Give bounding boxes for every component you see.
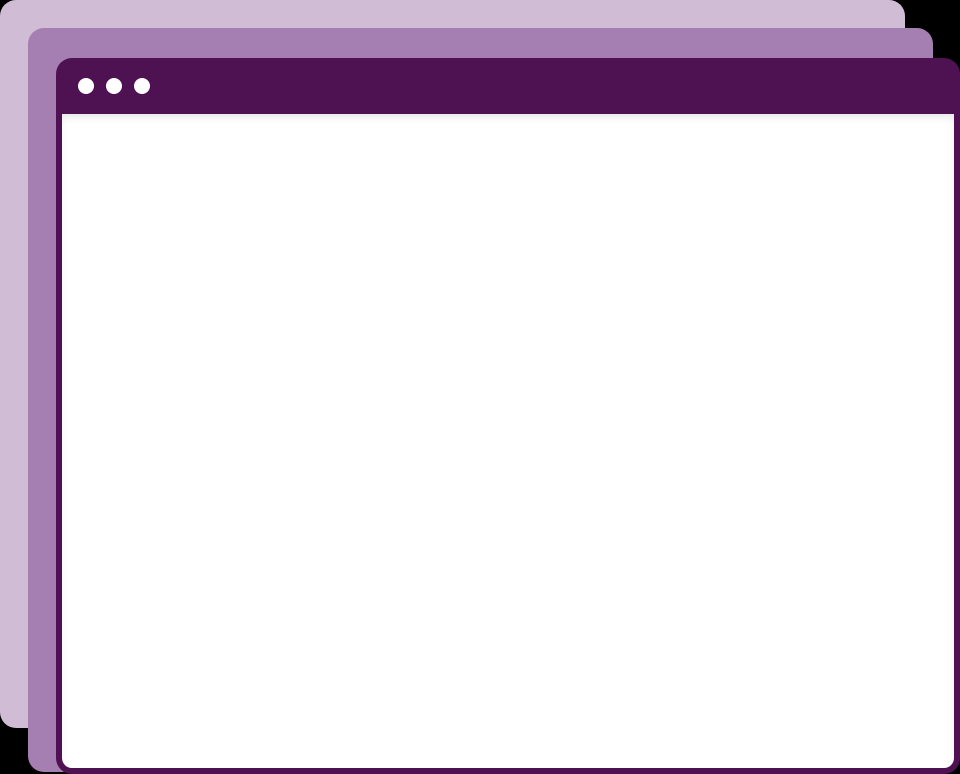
maximize-icon[interactable] xyxy=(134,78,150,94)
foreground-window xyxy=(56,58,960,774)
close-icon[interactable] xyxy=(78,78,94,94)
content-area xyxy=(62,114,954,768)
title-bar xyxy=(56,58,960,114)
minimize-icon[interactable] xyxy=(106,78,122,94)
